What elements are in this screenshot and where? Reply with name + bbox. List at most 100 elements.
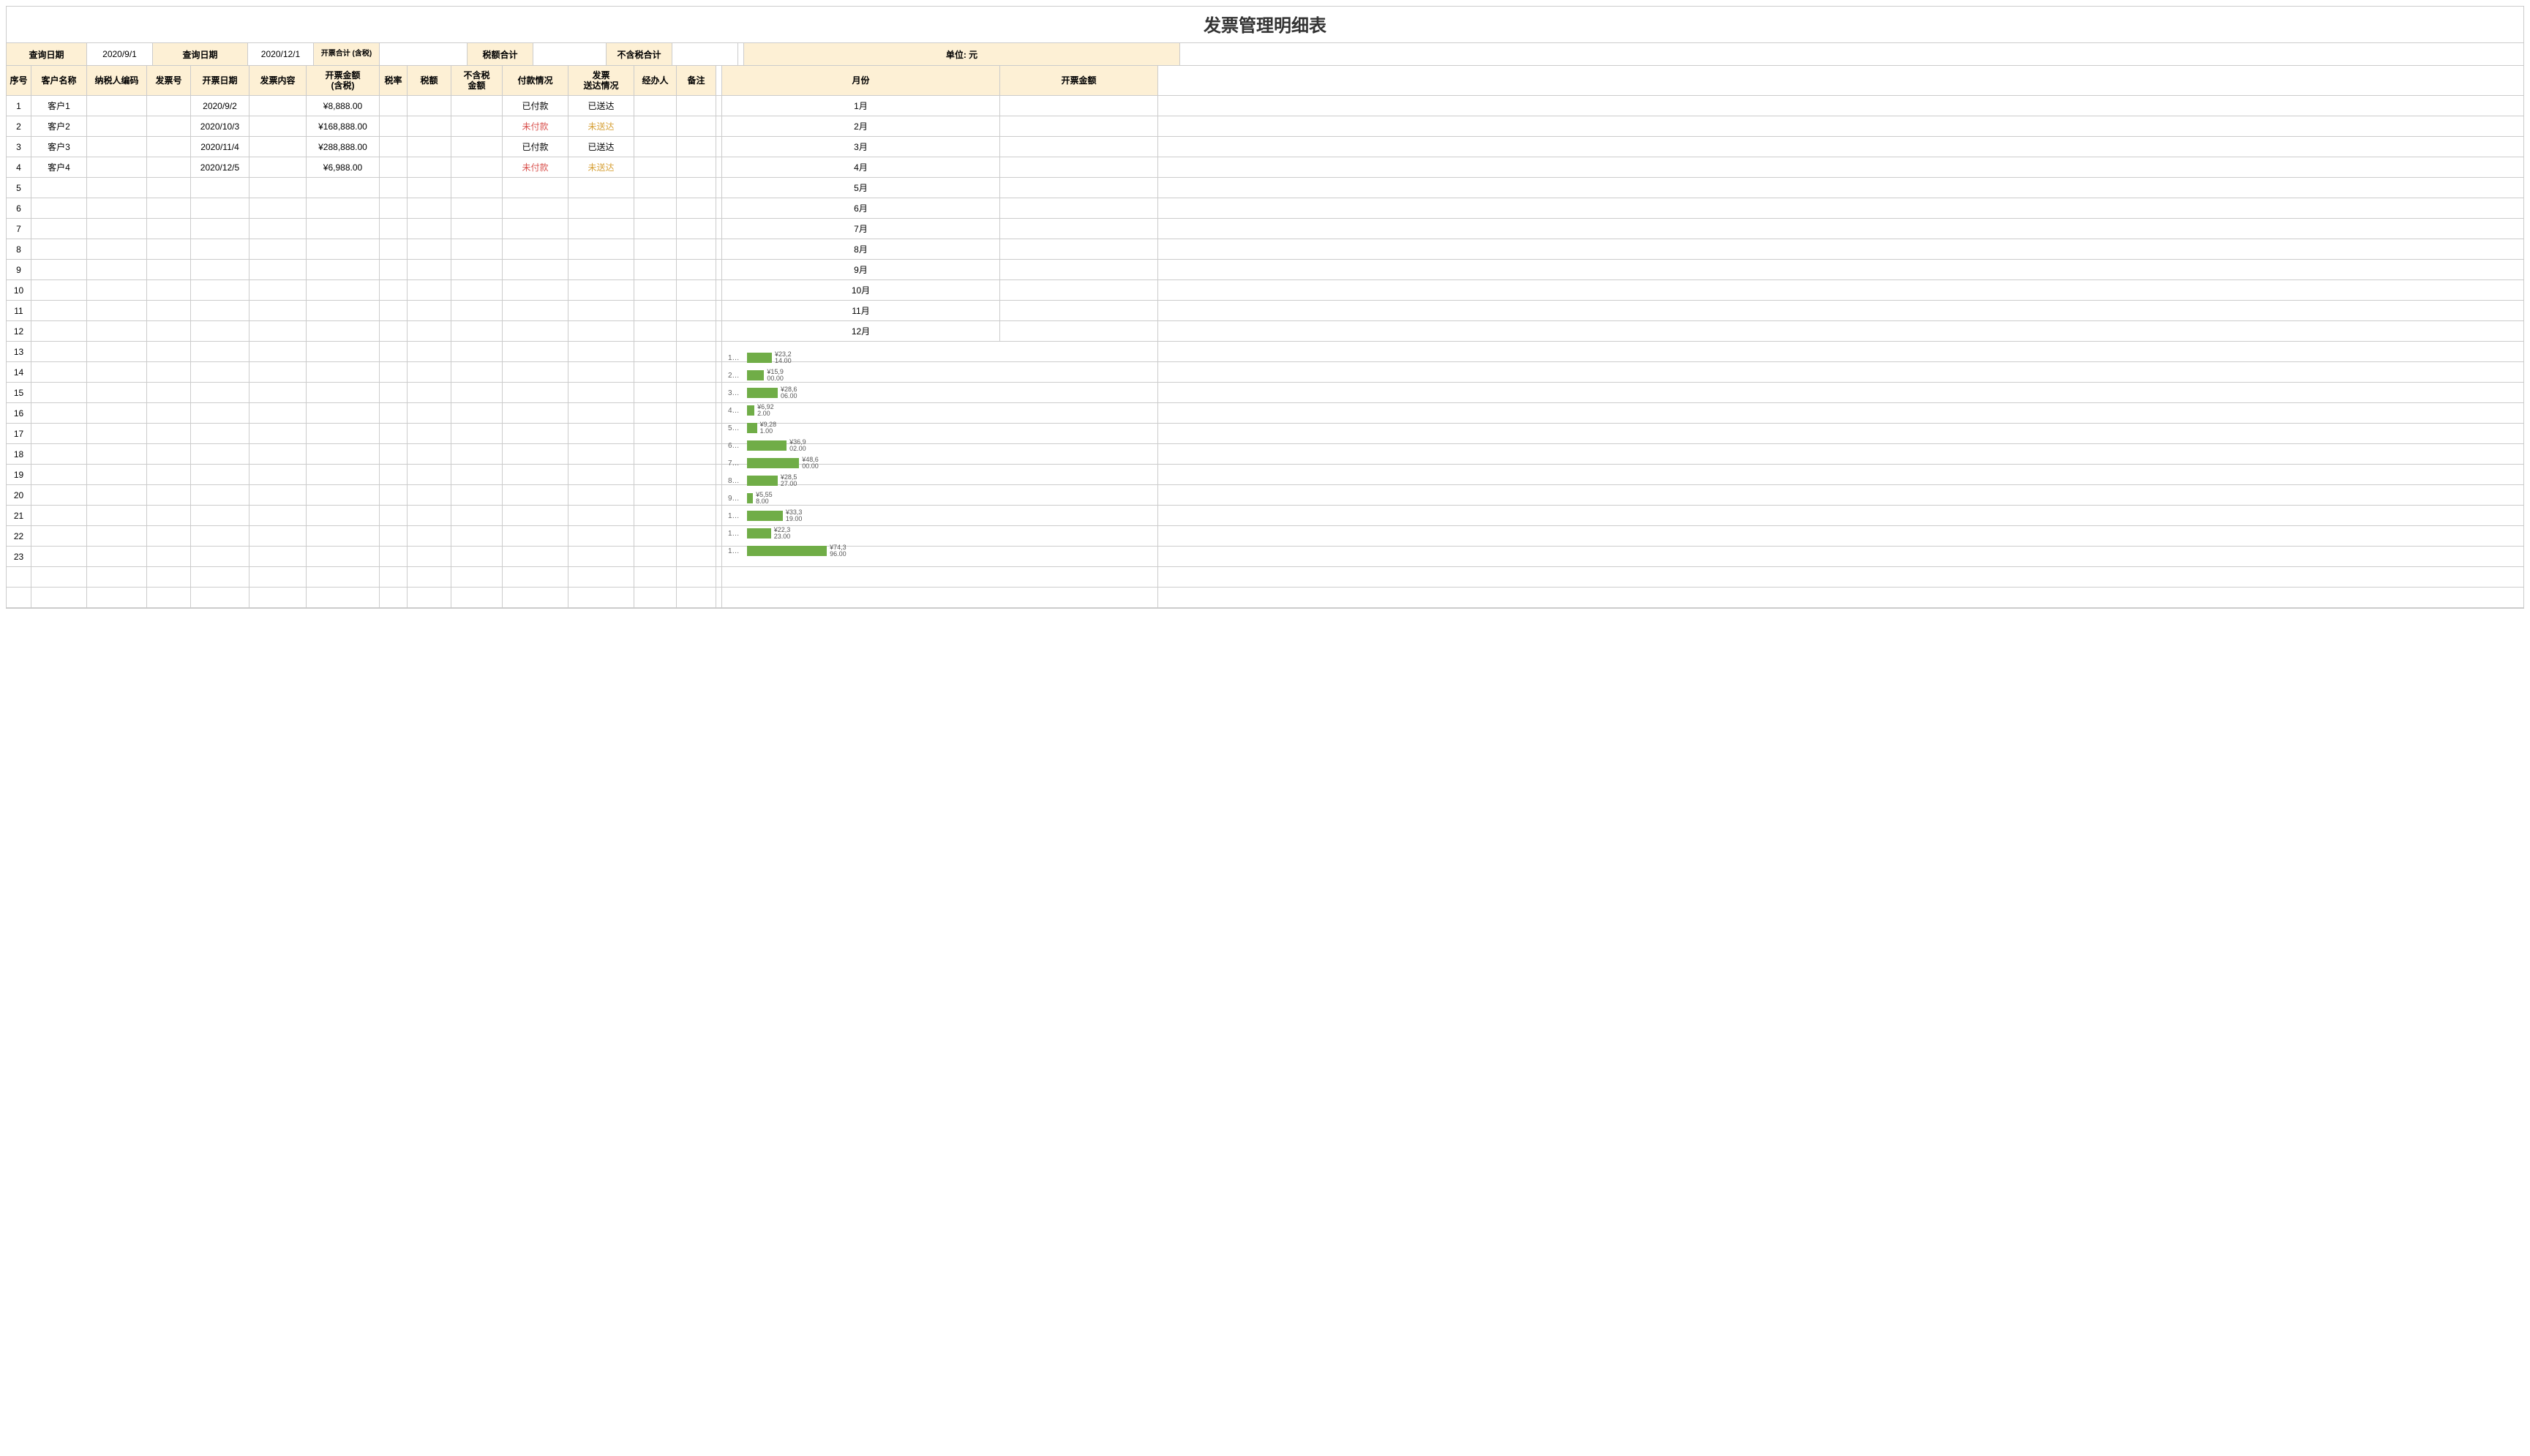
cell-empty[interactable] <box>408 465 451 484</box>
cell-seq[interactable]: 16 <box>7 403 31 423</box>
cell-empty[interactable] <box>191 485 249 505</box>
cell-empty[interactable] <box>249 424 307 443</box>
cell-remark[interactable] <box>677 116 716 136</box>
cell-seq[interactable]: 5 <box>7 178 31 198</box>
cell-taxpayer_id[interactable] <box>87 321 147 341</box>
cell-empty[interactable] <box>408 383 451 402</box>
cell-tax_rate[interactable] <box>380 157 408 177</box>
cell-deliver_status[interactable]: 未送达 <box>568 116 634 136</box>
cell-invoice_no[interactable] <box>147 198 191 218</box>
cell-month[interactable]: 7月 <box>722 219 1000 239</box>
cell-invoice_no[interactable] <box>147 219 191 239</box>
cell-remark[interactable] <box>677 321 716 341</box>
cell-empty[interactable] <box>568 403 634 423</box>
cell-empty[interactable] <box>307 424 380 443</box>
cell-amount_excl[interactable] <box>451 280 503 300</box>
cell-tax_rate[interactable] <box>380 321 408 341</box>
cell-remark[interactable] <box>677 260 716 279</box>
cell-remark[interactable] <box>677 96 716 116</box>
cell-empty[interactable] <box>568 465 634 484</box>
cell-pay_status[interactable]: 未付款 <box>503 116 568 136</box>
cell-amount_incl[interactable]: ¥8,888.00 <box>307 96 380 116</box>
cell-pay_status[interactable] <box>503 321 568 341</box>
cell-empty[interactable] <box>191 506 249 525</box>
cell-amount_incl[interactable]: ¥288,888.00 <box>307 137 380 157</box>
cell-empty[interactable] <box>451 362 503 382</box>
cell-empty[interactable] <box>634 424 677 443</box>
cell-remark[interactable] <box>677 178 716 198</box>
cell-tax_amount[interactable] <box>408 157 451 177</box>
cell-month-amount[interactable] <box>1000 157 1158 177</box>
cell-tax_rate[interactable] <box>380 301 408 320</box>
cell-empty[interactable] <box>408 403 451 423</box>
cell-content[interactable] <box>249 178 307 198</box>
cell-month-amount[interactable] <box>1000 301 1158 320</box>
cell-customer[interactable] <box>31 260 87 279</box>
cell-customer[interactable] <box>31 280 87 300</box>
cell-empty[interactable] <box>380 485 408 505</box>
cell-empty[interactable] <box>568 526 634 546</box>
cell-month[interactable]: 2月 <box>722 116 1000 136</box>
cell-remark[interactable] <box>677 198 716 218</box>
cell-invoice_date[interactable] <box>191 239 249 259</box>
cell-empty[interactable] <box>307 485 380 505</box>
cell-empty[interactable] <box>87 444 147 464</box>
cell-empty[interactable] <box>451 588 503 607</box>
cell-amount_excl[interactable] <box>451 321 503 341</box>
cell-taxpayer_id[interactable] <box>87 96 147 116</box>
cell-invoice_no[interactable] <box>147 280 191 300</box>
cell-empty[interactable] <box>451 567 503 587</box>
cell-empty[interactable] <box>249 383 307 402</box>
cell-empty[interactable] <box>380 588 408 607</box>
cell-pay_status[interactable] <box>503 219 568 239</box>
cell-empty[interactable] <box>191 588 249 607</box>
cell-empty[interactable] <box>568 444 634 464</box>
cell-pay_status[interactable] <box>503 178 568 198</box>
cell-empty[interactable] <box>307 403 380 423</box>
cell-customer[interactable]: 客户3 <box>31 137 87 157</box>
cell-empty[interactable] <box>307 362 380 382</box>
cell-empty[interactable] <box>380 424 408 443</box>
cell-empty[interactable] <box>147 342 191 361</box>
cell-tax_rate[interactable] <box>380 178 408 198</box>
cell-empty[interactable] <box>503 424 568 443</box>
cell-empty[interactable] <box>31 362 87 382</box>
cell-month-amount[interactable] <box>1000 198 1158 218</box>
cell-month[interactable]: 11月 <box>722 301 1000 320</box>
cell-invoice_no[interactable] <box>147 321 191 341</box>
cell-seq[interactable]: 19 <box>7 465 31 484</box>
cell-empty[interactable] <box>191 342 249 361</box>
cell-empty[interactable] <box>503 342 568 361</box>
cell-empty[interactable] <box>677 424 716 443</box>
cell-seq[interactable]: 15 <box>7 383 31 402</box>
cell-handler[interactable] <box>634 260 677 279</box>
cell-empty[interactable] <box>451 547 503 566</box>
cell-amount_excl[interactable] <box>451 198 503 218</box>
cell-empty[interactable] <box>568 567 634 587</box>
cell-amount_excl[interactable] <box>451 137 503 157</box>
cell-month[interactable]: 4月 <box>722 157 1000 177</box>
cell-empty[interactable] <box>408 506 451 525</box>
cell-empty[interactable] <box>147 403 191 423</box>
cell-invoice_date[interactable]: 2020/10/3 <box>191 116 249 136</box>
cell-empty[interactable] <box>451 424 503 443</box>
cell-empty[interactable] <box>451 526 503 546</box>
cell-empty[interactable] <box>568 424 634 443</box>
cell-empty[interactable] <box>31 424 87 443</box>
cell-empty[interactable] <box>451 403 503 423</box>
cell-empty[interactable] <box>503 588 568 607</box>
cell-customer[interactable] <box>31 239 87 259</box>
cell-invoice_date[interactable] <box>191 198 249 218</box>
cell-empty[interactable] <box>677 526 716 546</box>
cell-customer[interactable] <box>31 198 87 218</box>
cell-amount_incl[interactable] <box>307 219 380 239</box>
cell-empty[interactable] <box>307 465 380 484</box>
cell-empty[interactable] <box>451 506 503 525</box>
cell-tax_rate[interactable] <box>380 116 408 136</box>
cell-content[interactable] <box>249 157 307 177</box>
cell-month-amount[interactable] <box>1000 219 1158 239</box>
cell-empty[interactable] <box>408 342 451 361</box>
cell-tax_amount[interactable] <box>408 260 451 279</box>
cell-tax_amount[interactable] <box>408 280 451 300</box>
cell-taxpayer_id[interactable] <box>87 219 147 239</box>
